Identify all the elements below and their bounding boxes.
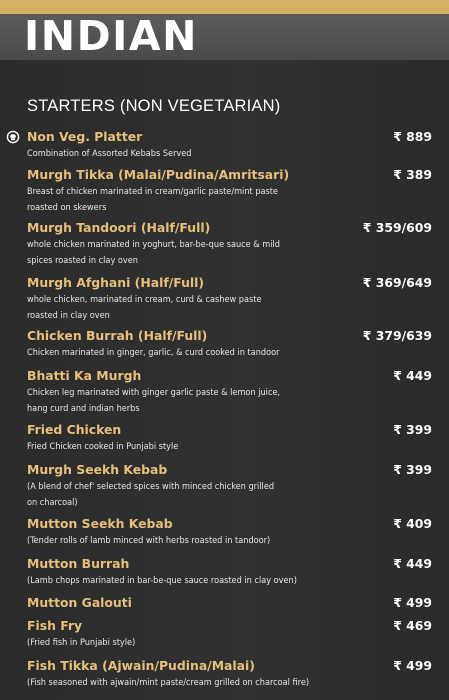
menu-item-price: ₹ 409 (393, 516, 432, 531)
section-heading: STARTERS (NON VEGETARIAN) (27, 97, 281, 115)
menu-item: Mutton Seekh Kebab ₹ 409 (Tender rolls of … (27, 516, 437, 549)
menu-item-description: Combination of Assorted Kebabs Served (27, 149, 192, 159)
menu-item-description: spices roasted in clay oven (27, 256, 138, 266)
menu-item-price: ₹ 889 (393, 129, 432, 144)
menu-item: Mutton Galouti ₹ 499 (27, 595, 437, 611)
menu-item-price: ₹ 379/639 (362, 328, 432, 343)
menu-item-price: ₹ 499 (393, 595, 432, 610)
menu-item: Bhatti Ka Murgh ₹ 449 Chicken leg marinate… (27, 368, 437, 417)
menu-item-price: ₹ 449 (393, 368, 432, 383)
menu-item-description: whole chicken marinated in yoghurt, bar-… (27, 240, 280, 250)
menu-item-price: ₹ 389 (393, 167, 432, 182)
menu-item-description: (Lamb chops marinated in bar-be-que sauc… (27, 576, 297, 586)
menu-item-description: roasted in clay oven (27, 311, 110, 321)
menu-item-description: Fried Chicken cooked in Punjabi style (27, 442, 179, 452)
menu-item-description: (Tender rolls of lamb minced with herbs … (27, 536, 271, 546)
menu-item: Fried Chicken ₹ 399 Fried Chicken cooked i… (27, 422, 437, 455)
menu-item-description: Breast of chicken marinated in cream/gar… (27, 187, 279, 197)
menu-item: Murgh Tandoori (Half/Full) ₹ 359/609 whole… (27, 220, 437, 269)
menu-item-price: ₹ 399 (393, 422, 432, 437)
menu-item-description: hang curd and indian herbs (27, 404, 140, 414)
menu-item-name: Fish Tikka (Ajwain/Pudina/Malai) (27, 658, 255, 673)
menu-item-name: Fried Chicken (27, 422, 122, 437)
page-title: INDIAN (24, 12, 198, 60)
menu-item-description: Chicken marinated in ginger, garlic, & c… (27, 348, 280, 358)
menu-item: Murgh Seekh Kebab ₹ 399 (A blend of chef' … (27, 462, 437, 511)
menu-item-description: whole chicken, marinated in cream, curd … (27, 295, 262, 305)
menu-item-price: ₹ 359/609 (362, 220, 432, 235)
menu-item-description: Chicken leg marinated with ginger garlic… (27, 388, 281, 398)
menu-item-name: Non Veg. Platter (27, 129, 143, 144)
menu-item: Murgh Afghani (Half/Full) ₹ 369/649 whole … (27, 275, 437, 324)
menu-item-name: Mutton Galouti (27, 595, 132, 610)
menu-item-name: Fish Fry (27, 618, 83, 633)
menu-item-price: ₹ 469 (393, 618, 432, 633)
menu-item-description: roasted on skewers (27, 203, 107, 213)
menu-item-description: on charcoal) (27, 498, 78, 508)
menu-item: Chicken Burrah (Half/Full) ₹ 379/639 Chick… (27, 328, 437, 361)
menu-item: Fish Fry ₹ 469 (Fried fish in Punjabi styl… (27, 618, 437, 651)
chef-hat-icon (6, 130, 20, 144)
menu-item-name: Mutton Burrah (27, 556, 130, 571)
menu-item-price: ₹ 449 (393, 556, 432, 571)
menu-item-name: Murgh Tikka (Malai/Pudina/Amritsari) (27, 167, 290, 182)
menu-item-name: Bhatti Ka Murgh (27, 368, 142, 383)
menu-item-price: ₹ 399 (393, 462, 432, 477)
menu-item: Mutton Burrah ₹ 449 (Lamb chops marinated … (27, 556, 437, 589)
menu-item-name: Murgh Seekh Kebab (27, 462, 168, 477)
menu-item: Murgh Tikka (Malai/Pudina/Amritsari) ₹ 38… (27, 167, 437, 216)
menu-item-name: Mutton Seekh Kebab (27, 516, 173, 531)
menu-item-description: (A blend of chef' selected spices with m… (27, 482, 275, 492)
menu-item: Fish Tikka (Ajwain/Pudina/Malai) ₹ 499 (Fi… (27, 658, 437, 691)
menu-item-price: ₹ 499 (393, 658, 432, 673)
menu-item-description: (Fried fish in Punjabi style) (27, 638, 136, 648)
menu-item-description: (Fish seasoned with ajwain/mint paste/cr… (27, 678, 310, 688)
menu-item: Non Veg. Platter ₹ 889 Combination of Asso… (27, 129, 437, 162)
menu-item-price: ₹ 369/649 (362, 275, 432, 290)
